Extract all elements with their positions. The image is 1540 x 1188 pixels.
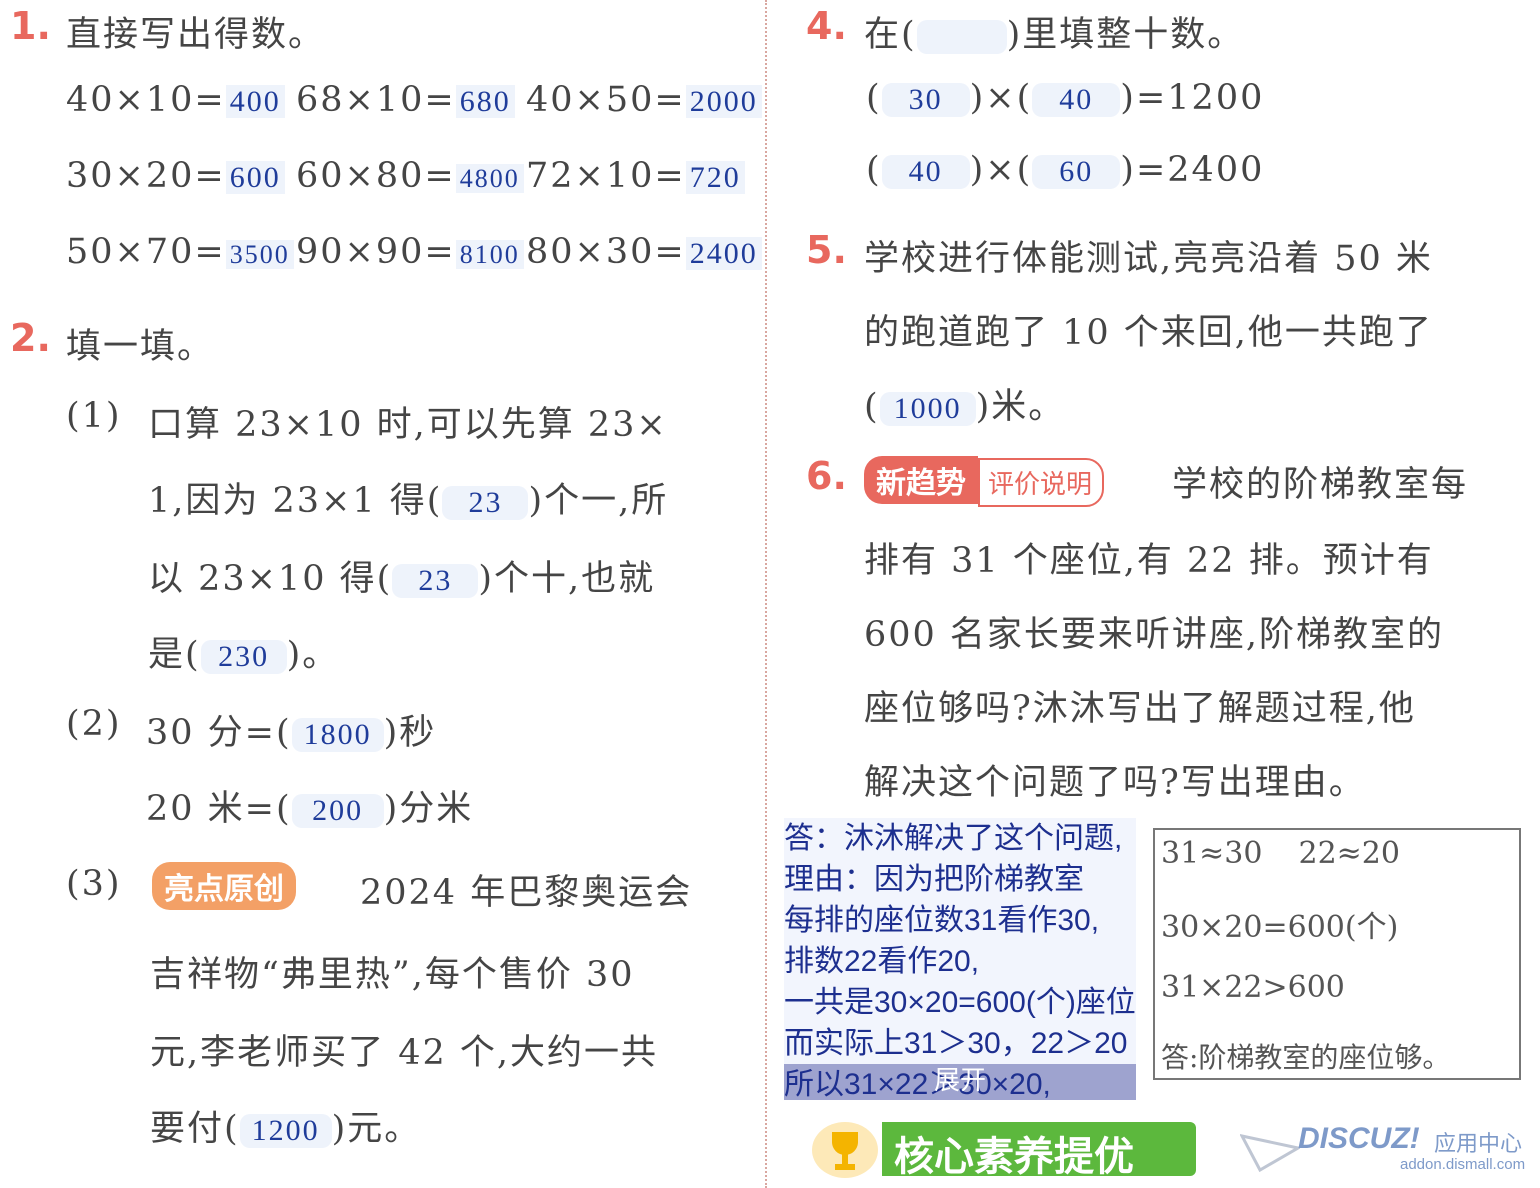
q1-item: 60×80= 4800 (296, 156, 524, 196)
q1-item: 72×10= 720 (526, 156, 745, 196)
discuz-watermark: DISCUZ! 应用中心 addon.dismall.com (1240, 1122, 1530, 1184)
q1-answer: 720 (685, 161, 745, 194)
part-2-line-1: 30 分=(1800)秒 (146, 713, 437, 753)
calc-line-1: 31≈30 22≈20 (1161, 836, 1400, 871)
part-3-line-2: 吉祥物“弗里热”,每个售价 30 (150, 955, 635, 995)
question-number-6: 6. (806, 454, 847, 498)
q6-line-3: 600 名家长要来听讲座,阶梯教室的 (864, 615, 1445, 655)
answer-line: 每排的座位数31看作30, (784, 904, 1100, 937)
q1-answer: 400 (225, 85, 285, 118)
answer-lines: 答：沐沐解决了这个问题, 理由：因为把阶梯教室 每排的座位数31看作30, 排数22看… (784, 818, 1136, 1100)
q1-item: 40×10= 400 (66, 80, 285, 120)
watermark-sub: 应用中心 (1434, 1132, 1523, 1157)
q1-item: 50×70= 3500 (66, 232, 294, 272)
q1-answer: 600 (225, 161, 285, 194)
calc-line-2: 30×20=600(个) (1161, 910, 1399, 945)
core-literacy-banner: 核心素养提优 (808, 1118, 1200, 1182)
question-number-4: 4. (806, 4, 847, 48)
question-2-title: 填一填。 (66, 327, 215, 367)
q5-line-3: (1000)米。 (864, 387, 1066, 427)
q5-line-1: 学校进行体能测试,亮亮沿着 50 米 (864, 239, 1433, 279)
question-1-title: 直接写出得数。 (66, 15, 326, 55)
new-trend-badge: 新趋势 评价说明 (864, 456, 1105, 507)
q6-line-2: 排有 31 个座位,有 22 排。预计有 (864, 541, 1434, 581)
part-3-line-4: 要付(1200)元。 (150, 1109, 422, 1149)
part-3-line-3: 元,李老师买了 42 个,大约一共 (150, 1033, 659, 1073)
trophy-icon (812, 1122, 878, 1178)
part-1-line-1: 口算 23×10 时,可以先算 23× (148, 405, 668, 445)
question-number-2: 2. (10, 316, 51, 360)
q1-item: 68×10= 680 (296, 80, 515, 120)
part-2-line-2: 20 米=(200)分米 (146, 789, 474, 829)
question-4-title: 在()里填整十数。 (864, 15, 1245, 55)
part-3-line-1: 2024 年巴黎奥运会 (360, 873, 693, 913)
q6-line-4: 座位够吗?沐沐写出了解题过程,他 (864, 689, 1416, 729)
part-1-line-3: 以 23×10 得(23)个十,也就 (148, 559, 656, 599)
q1-item: 90×90= 8100 (296, 232, 524, 272)
question-number-5: 5. (806, 228, 847, 272)
answer-line: 理由：因为把阶梯教室 (784, 863, 1084, 896)
part-2-label: (2) (66, 704, 122, 744)
watermark-brand: DISCUZ! (1298, 1122, 1420, 1155)
q6-line-1: 学校的阶梯教室每 (1172, 465, 1469, 505)
answer-box: 230 (200, 640, 287, 674)
answer-box: 1800 (291, 718, 384, 752)
q1-answer: 3500 (225, 240, 294, 269)
q5-line-2: 的跑道跑了 10 个来回,他一共跑了 (864, 313, 1433, 353)
banner-title: 核心素养提优 (894, 1134, 1134, 1180)
q1-answer: 4800 (455, 164, 524, 193)
q4-row-1: (30)×(40)=1200 (866, 78, 1265, 118)
answer-line: 而实际上31＞30，22＞20 (784, 1027, 1128, 1060)
answer-line: 答：沐沐解决了这个问题, (784, 822, 1123, 855)
answer-box: 23 (392, 564, 479, 598)
highlight-original-badge: 亮点原创 (152, 862, 296, 910)
answer-box: 200 (291, 794, 384, 828)
answer-panel: 答：沐沐解决了这个问题, 理由：因为把阶梯教室 每排的座位数31看作30, 排数22看… (784, 818, 1136, 1100)
q1-answer: 8100 (455, 240, 524, 269)
q1-item: 80×30= 2400 (526, 232, 762, 272)
expand-button[interactable]: 展开 (934, 1060, 986, 1097)
q1-item: 30×20= 600 (66, 156, 285, 196)
q4-row-2: (40)×(60)=2400 (866, 150, 1265, 190)
q6-line-5: 解决这个问题了吗?写出理由。 (864, 763, 1366, 803)
calc-line-4: 答:阶梯教室的座位够。 (1161, 1041, 1451, 1074)
answer-line: 排数22看作20, (784, 945, 980, 978)
solution-box: 31≈30 22≈20 30×20=600(个) 31×22>600 答:阶梯教室… (1153, 828, 1521, 1080)
blank-box (916, 19, 1007, 54)
answer-line: 一共是30×20=600(个)座位 (784, 986, 1136, 1019)
q1-answer: 2400 (685, 237, 762, 270)
watermark-url: addon.dismall.com (1400, 1156, 1526, 1173)
answer-box: 23 (442, 486, 529, 520)
q1-answer: 680 (455, 85, 515, 118)
paper-plane-icon (1240, 1134, 1300, 1173)
part-1-line-2: 1,因为 23×1 得(23)个一,所 (148, 481, 669, 521)
q1-item: 40×50= 2000 (526, 80, 762, 120)
answer-box: 1200 (239, 1114, 332, 1148)
part-1-label: (1) (66, 396, 122, 436)
part-3-label: (3) (66, 864, 122, 904)
q1-answer: 2000 (685, 85, 762, 118)
column-divider (765, 0, 767, 1188)
part-1-line-4: 是(230)。 (148, 635, 340, 675)
answer-box: 1000 (879, 392, 976, 426)
calc-line-3: 31×22>600 (1161, 970, 1345, 1005)
question-number-1: 1. (10, 4, 51, 48)
